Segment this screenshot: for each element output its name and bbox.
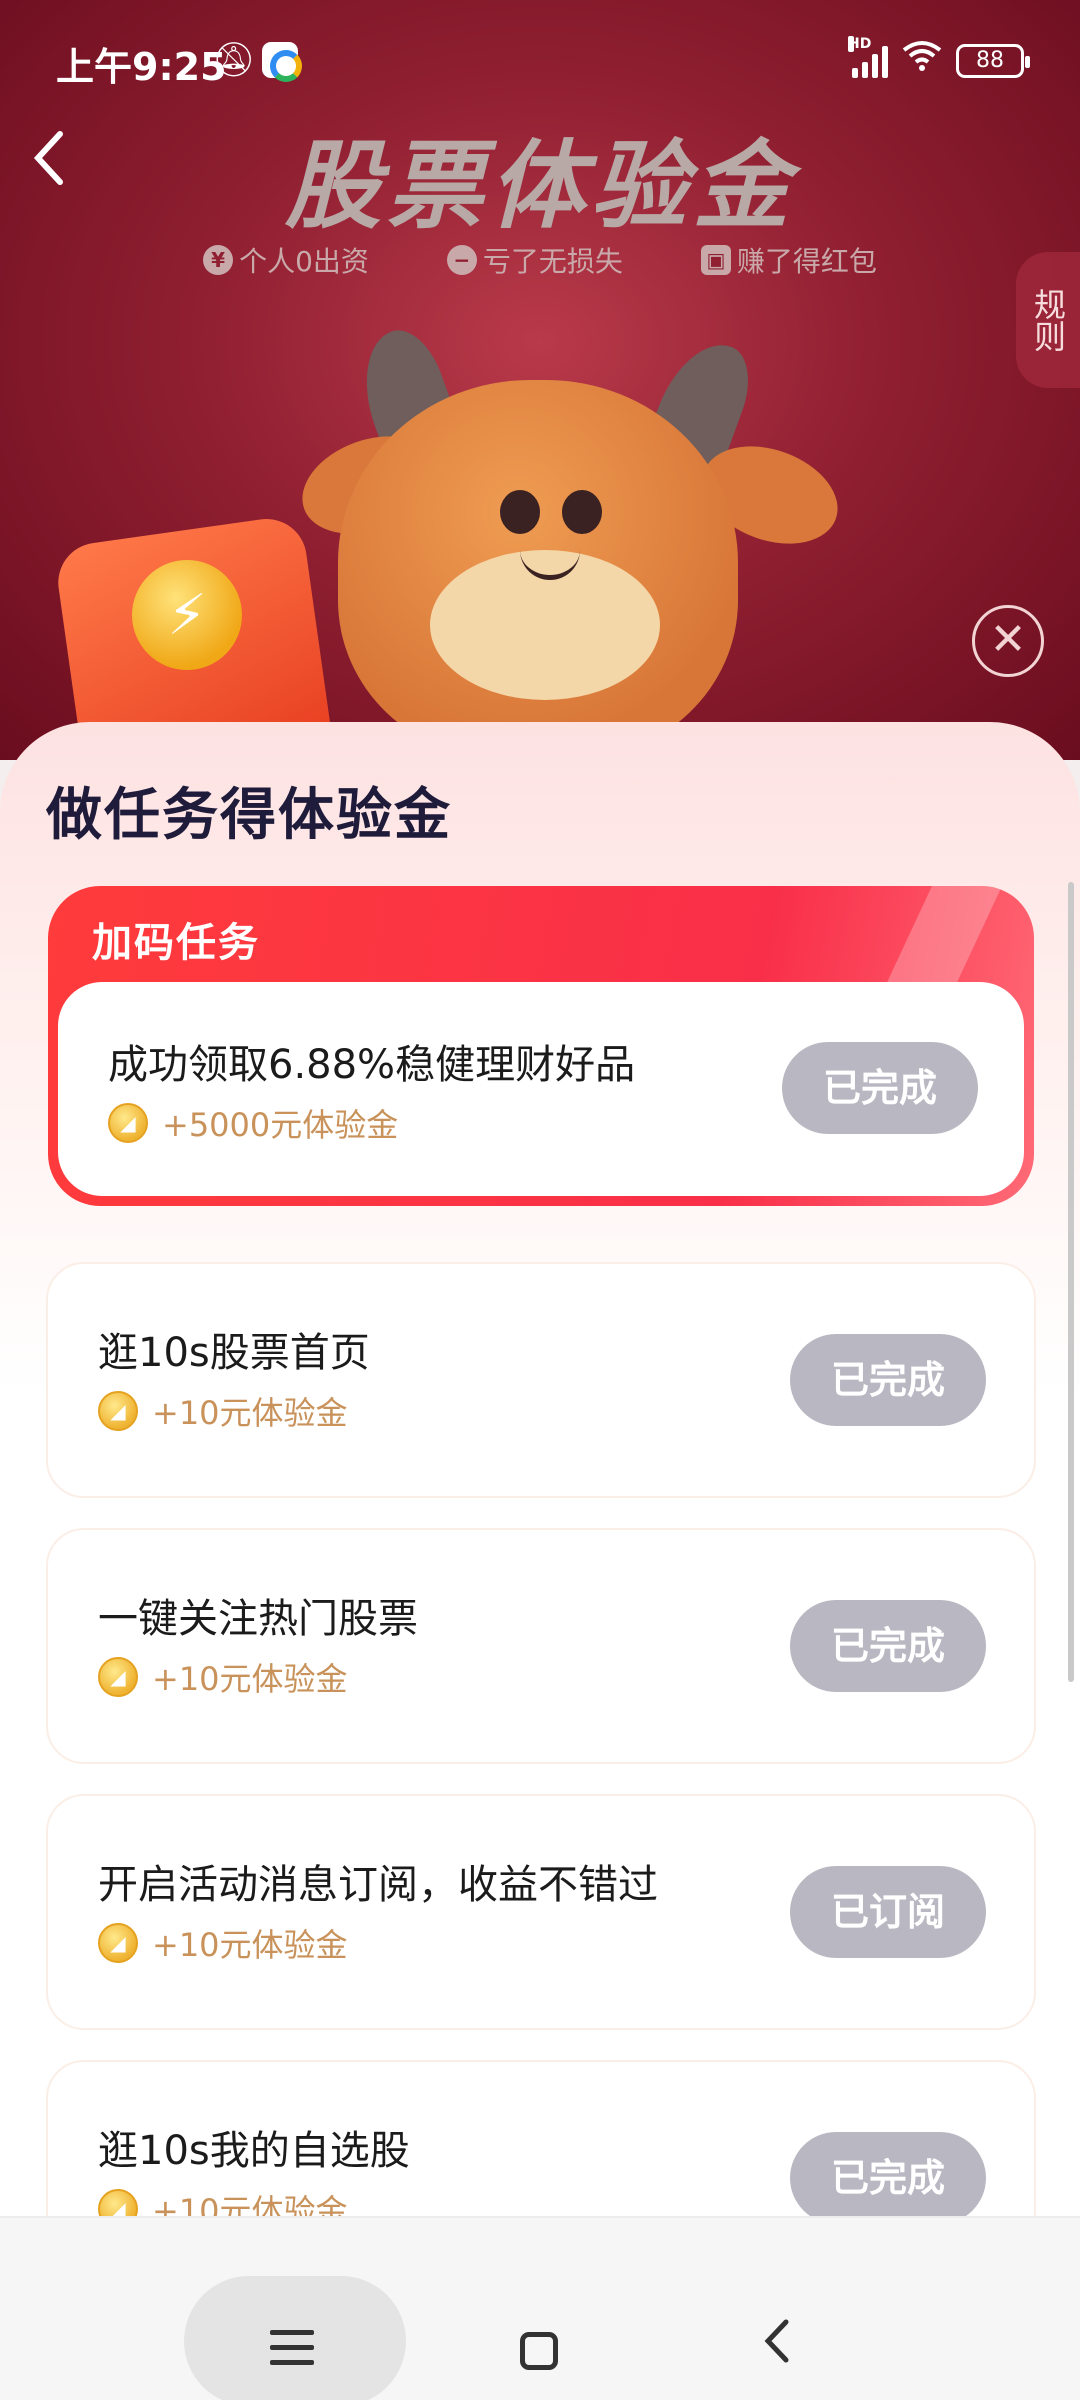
task-sheet: 做任务得体验金 加码任务 成功领取6.88%稳健理财好品 ◢ +5000元体验金… (0, 722, 1080, 2216)
benefit-label: 亏了无损失 (482, 245, 623, 278)
task-reward: ◢ +10元体验金 (98, 2186, 348, 2216)
system-navigation-bar (0, 2216, 1080, 2400)
hd-label: HD (848, 35, 872, 52)
task-title: 逛10s股票首页 (98, 1330, 370, 1376)
task-status-button[interactable]: 已完成 (790, 1334, 986, 1426)
mute-icon: 🔕︎ (212, 40, 256, 80)
task-title: 逛10s我的自选股 (98, 2128, 410, 2174)
coin-icon: ◢ (98, 1923, 138, 1963)
benefit-item: − 亏了无损失 (446, 240, 623, 280)
task-title: 开启活动消息订阅，收益不错过 (98, 1862, 658, 1908)
task-card: 逛10s股票首页 ◢ +10元体验金 已完成 (46, 1262, 1036, 1498)
bonus-task-label: 加码任务 (92, 920, 260, 966)
task-title: 一键关注热门股票 (98, 1596, 418, 1642)
benefit-label: 赚了得红包 (736, 245, 877, 278)
reward-text: +10元体验金 (152, 2192, 348, 2216)
app-notification-icon (262, 42, 302, 82)
page-title: 股票体验金 (285, 130, 795, 242)
mascot-eye (562, 490, 602, 534)
scrollbar[interactable] (1068, 882, 1074, 1682)
mascot-eye (500, 490, 540, 534)
bonus-task-body: 成功领取6.88%稳健理财好品 ◢ +5000元体验金 已完成 (58, 982, 1024, 1196)
task-card: 开启活动消息订阅，收益不错过 ◢ +10元体验金 已订阅 (46, 1794, 1036, 2030)
task-reward: ◢ +10元体验金 (98, 1654, 348, 1700)
reward-text: +10元体验金 (152, 1926, 348, 1964)
minus-icon: − (446, 245, 477, 275)
benefit-item: ¥ 个人0出资 (203, 240, 369, 280)
task-status-button[interactable]: 已完成 (782, 1042, 978, 1134)
task-reward: ◢ +10元体验金 (98, 1920, 348, 1966)
menu-icon (270, 2330, 314, 2366)
task-card: 逛10s我的自选股 ◢ +10元体验金 已完成 (46, 2060, 1036, 2216)
red-packet-icon: ▣ (700, 245, 731, 275)
task-status-button[interactable]: 已订阅 (790, 1866, 986, 1958)
close-icon: ✕ (989, 614, 1027, 665)
status-time: 上午9:25 (56, 45, 227, 89)
reward-text: +5000元体验金 (162, 1106, 399, 1144)
sheet-title: 做任务得体验金 (46, 783, 452, 848)
coin-icon: ◢ (98, 2189, 138, 2216)
reward-text: +10元体验金 (152, 1394, 348, 1432)
task-card: 一键关注热门股票 ◢ +10元体验金 已完成 (46, 1528, 1036, 1764)
bonus-task-card: 加码任务 成功领取6.88%稳健理财好品 ◢ +5000元体验金 已完成 (48, 886, 1034, 1206)
system-back-button[interactable] (762, 2316, 792, 2376)
home-button[interactable] (520, 2332, 558, 2370)
benefits-row: ¥ 个人0出资 − 亏了无损失 ▣ 赚了得红包 (0, 240, 1080, 280)
signal-icon: HD (848, 35, 888, 78)
lightning-coin-icon: ⚡︎ (132, 560, 242, 670)
task-title: 成功领取6.88%稳健理财好品 (108, 1042, 636, 1088)
coin-icon: ◢ (98, 1391, 138, 1431)
coin-icon: ◢ (98, 1657, 138, 1697)
coin-icon: ◢ (108, 1103, 148, 1143)
status-indicators: HD 88 (848, 35, 1030, 81)
yuan-icon: ¥ (203, 245, 234, 275)
task-reward: ◢ +10元体验金 (98, 1388, 348, 1434)
chevron-left-icon (764, 2319, 789, 2363)
status-bar: 上午9:25 🔕︎ HD 88 (0, 0, 1080, 120)
benefit-item: ▣ 赚了得红包 (700, 240, 877, 280)
task-reward: ◢ +5000元体验金 (108, 1100, 398, 1146)
reward-text: +10元体验金 (152, 1660, 348, 1698)
mascot-illustration: ⚡︎ (0, 300, 1080, 807)
battery-level: 88 (976, 48, 1004, 73)
close-button[interactable]: ✕ (972, 605, 1044, 677)
battery-icon: 88 (956, 43, 1030, 78)
task-status-button[interactable]: 已完成 (790, 1600, 986, 1692)
wifi-icon (902, 40, 942, 81)
task-status-button[interactable]: 已完成 (790, 2132, 986, 2216)
benefit-label: 个人0出资 (239, 245, 369, 278)
